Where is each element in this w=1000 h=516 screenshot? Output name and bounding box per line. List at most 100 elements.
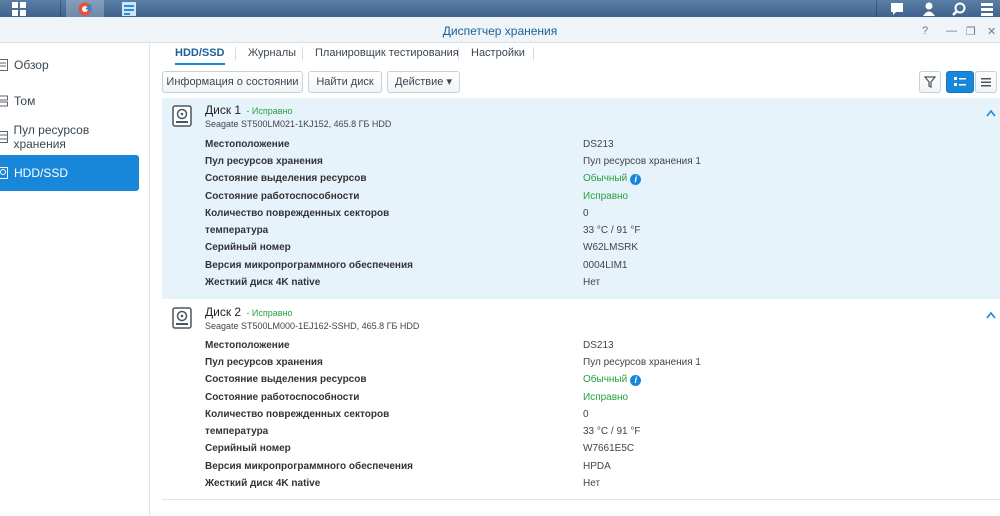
detail-value: Пул ресурсов хранения 1 bbox=[583, 357, 701, 368]
disk-panel[interactable]: Диск 1 - Исправно Seagate ST500LM021-1KJ… bbox=[162, 98, 1000, 299]
sidebar-item-hdd-ssd[interactable]: HDD/SSD bbox=[0, 155, 139, 191]
grid-icon bbox=[12, 1, 26, 16]
search-button[interactable] bbox=[944, 0, 974, 17]
search-icon bbox=[952, 2, 966, 16]
sidebar-item-label: Обзор bbox=[14, 58, 49, 72]
detail-value: HPDA bbox=[583, 461, 611, 472]
detail-key: Пул ресурсов хранения bbox=[205, 156, 323, 167]
minimize-icon[interactable]: — bbox=[946, 25, 957, 37]
detail-value: 33 °C / 91 °F bbox=[583, 225, 641, 236]
chevron-up-icon[interactable] bbox=[986, 109, 996, 117]
detail-row: Серийный номер W62LMSRK bbox=[205, 242, 985, 259]
health-info-button[interactable]: Информация о состоянии bbox=[162, 71, 303, 93]
taskbar-storage-manager-button[interactable] bbox=[66, 0, 104, 17]
info-icon[interactable]: i bbox=[630, 174, 642, 185]
detail-value: 33 °C / 91 °F bbox=[583, 426, 641, 437]
sidebar-item-overview[interactable]: Обзор bbox=[0, 47, 139, 83]
user-icon bbox=[923, 2, 935, 16]
detail-value-wrap: Обычный i bbox=[583, 173, 642, 185]
disk-panel[interactable]: Диск 2 - Исправно Seagate ST500LM000-1EJ… bbox=[162, 300, 1000, 500]
taskbar-app-button[interactable] bbox=[110, 0, 148, 17]
window-title: Диспетчер хранения bbox=[442, 24, 558, 38]
sidebar: Обзор Том Пул ресурсов хранения HDD/SSD bbox=[0, 43, 150, 516]
detail-key: Состояние выделения ресурсов bbox=[205, 374, 367, 385]
detail-row: Жесткий диск 4K native Нет bbox=[205, 277, 985, 294]
disk-title: Диск 2 - Исправно bbox=[205, 305, 293, 319]
hdd-icon bbox=[0, 166, 10, 180]
detail-key: Серийный номер bbox=[205, 242, 291, 253]
detail-value: W7661E5C bbox=[583, 443, 635, 454]
detail-value: Пул ресурсов хранения 1 bbox=[583, 156, 701, 167]
detail-row: Жесткий диск 4K native Нет bbox=[205, 478, 985, 495]
detail-value: DS213 bbox=[583, 139, 614, 150]
disk-name: Диск 2 bbox=[205, 305, 242, 319]
detail-key: Состояние работоспособности bbox=[205, 191, 360, 202]
detail-key: Местоположение bbox=[205, 139, 290, 150]
detail-row: температура 33 °C / 91 °F bbox=[205, 225, 985, 242]
filter-button[interactable] bbox=[919, 71, 941, 93]
tab-hdd-ssd[interactable]: HDD/SSD bbox=[175, 43, 225, 65]
detail-row: Состояние выделения ресурсов Обычный i bbox=[205, 374, 985, 391]
sidebar-item-label: Пул ресурсов хранения bbox=[13, 123, 90, 151]
detail-value: Обычный bbox=[583, 374, 628, 385]
help-icon[interactable]: ? bbox=[922, 25, 928, 37]
main-menu-button[interactable] bbox=[0, 0, 38, 17]
sidebar-item-label: Том bbox=[14, 94, 36, 108]
hdd-icon bbox=[172, 307, 192, 329]
detail-value: DS213 bbox=[583, 340, 614, 351]
detail-row: Местоположение DS213 bbox=[205, 139, 985, 156]
detail-key: Состояние работоспособности bbox=[205, 392, 360, 403]
disk-model: Seagate ST500LM000-1EJ162-SSHD, 465.8 ГБ… bbox=[205, 321, 420, 331]
restore-icon[interactable]: ❐ bbox=[966, 25, 976, 38]
list-view-button[interactable] bbox=[975, 71, 997, 93]
action-dropdown-button[interactable]: Действие ▾ bbox=[387, 71, 460, 93]
disk-title: Диск 1 - Исправно bbox=[205, 103, 293, 117]
info-icon[interactable]: i bbox=[630, 375, 642, 386]
overview-icon bbox=[0, 58, 10, 72]
user-button[interactable] bbox=[914, 0, 944, 17]
detail-key: Жесткий диск 4K native bbox=[205, 277, 321, 288]
app-window-icon bbox=[122, 1, 136, 16]
tab-settings[interactable]: Настройки bbox=[471, 43, 525, 65]
detail-value-wrap: Обычный i bbox=[583, 374, 642, 386]
widgets-button[interactable] bbox=[974, 0, 1000, 17]
detail-key: Пул ресурсов хранения bbox=[205, 357, 323, 368]
notifications-button[interactable] bbox=[880, 0, 914, 17]
tab-bar: HDD/SSD Журналы Планировщик тестирования… bbox=[162, 43, 1000, 65]
detail-key: Версия микропрограммного обеспечения bbox=[205, 260, 413, 271]
detail-value: 0 bbox=[583, 208, 589, 219]
detail-key: Местоположение bbox=[205, 340, 290, 351]
detail-value: Исправно bbox=[583, 191, 629, 202]
detail-row: Состояние выделения ресурсов Обычный i bbox=[205, 173, 985, 190]
list-icon bbox=[981, 78, 991, 87]
detail-key: Состояние выделения ресурсов bbox=[205, 173, 367, 184]
detail-list-icon bbox=[954, 77, 966, 86]
close-icon[interactable]: ✕ bbox=[987, 25, 996, 38]
tab-test-scheduler[interactable]: Планировщик тестирования bbox=[315, 43, 459, 65]
disk-name: Диск 1 bbox=[205, 103, 242, 117]
detail-value: Нет bbox=[583, 277, 601, 288]
detail-row: Версия микропрограммного обеспечения 0004… bbox=[205, 260, 985, 277]
detail-value: 0 bbox=[583, 409, 589, 420]
detail-view-button[interactable] bbox=[946, 71, 974, 93]
disk-status: - Исправно bbox=[246, 308, 293, 318]
chat-bubble-icon bbox=[891, 2, 903, 15]
volume-icon bbox=[0, 94, 10, 108]
find-disk-button[interactable]: Найти диск bbox=[308, 71, 382, 93]
window-titlebar: Диспетчер хранения ? — ❐ ✕ bbox=[0, 17, 1000, 43]
disk-model: Seagate ST500LM021-1KJ152, 465.8 ГБ HDD bbox=[205, 119, 392, 129]
detail-row: температура 33 °C / 91 °F bbox=[205, 426, 985, 443]
sidebar-item-storage-pool[interactable]: Пул ресурсов хранения bbox=[0, 119, 139, 155]
detail-key: Серийный номер bbox=[205, 443, 291, 454]
chevron-up-icon[interactable] bbox=[986, 311, 996, 319]
storage-manager-icon bbox=[78, 2, 92, 15]
detail-value: Нет bbox=[583, 478, 601, 489]
detail-key: Количество поврежденных секторов bbox=[205, 208, 390, 219]
detail-value: W62LMSRK bbox=[583, 242, 639, 253]
detail-key: Жесткий диск 4K native bbox=[205, 478, 321, 489]
sidebar-item-volume[interactable]: Том bbox=[0, 83, 139, 119]
tab-logs[interactable]: Журналы bbox=[248, 43, 296, 65]
detail-row: Состояние работоспособности Исправно bbox=[205, 191, 985, 208]
detail-row: Количество поврежденных секторов 0 bbox=[205, 208, 985, 225]
detail-row: Серийный номер W7661E5C bbox=[205, 443, 985, 460]
